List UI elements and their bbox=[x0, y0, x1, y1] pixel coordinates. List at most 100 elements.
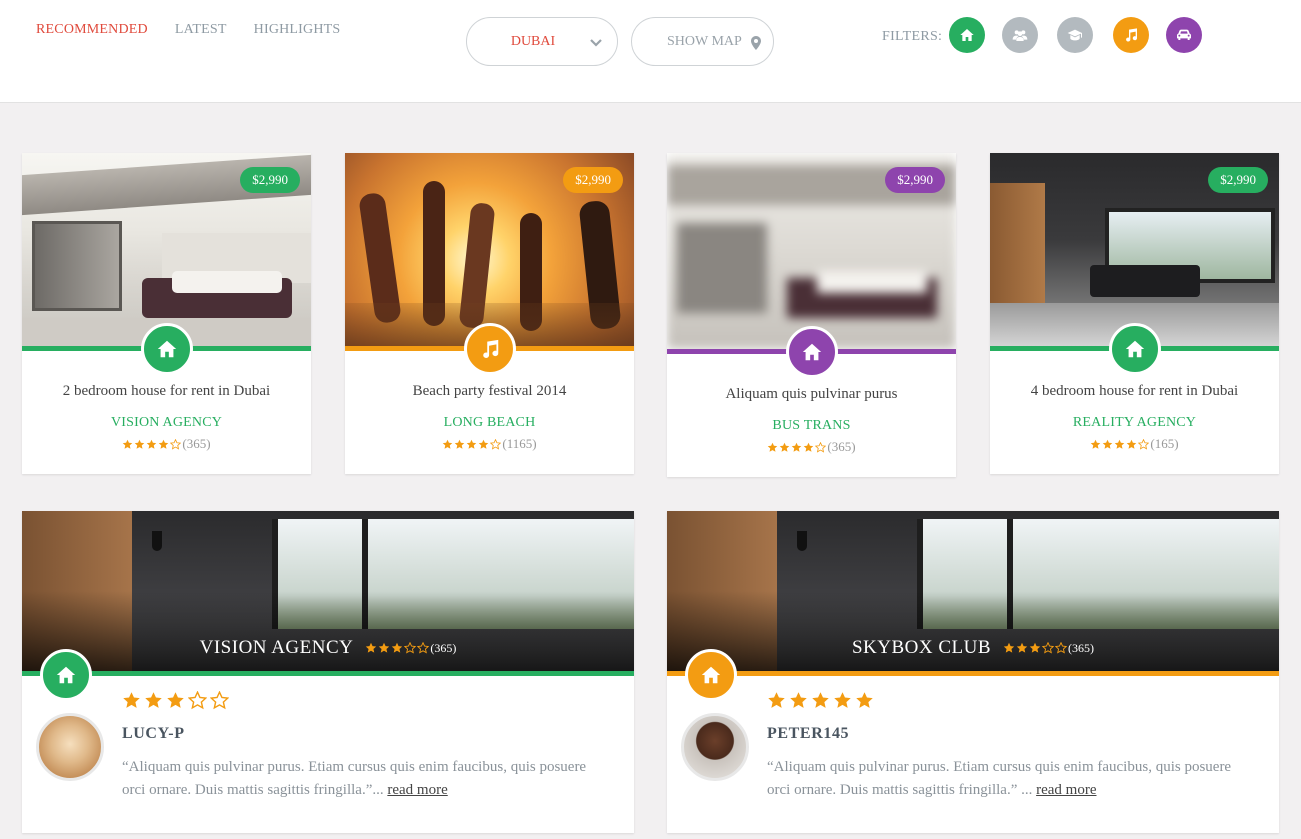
listing-card[interactable]: $2,990 2 bedroom house for rent in Dubai… bbox=[22, 153, 311, 474]
category-badge bbox=[1108, 323, 1161, 375]
star-filled-icon bbox=[122, 439, 133, 450]
user-rating-stars bbox=[767, 691, 877, 710]
price-badge: $2,990 bbox=[885, 167, 945, 193]
review-accent bbox=[667, 671, 1279, 676]
star-filled-icon bbox=[1016, 642, 1028, 654]
star-empty-icon bbox=[1055, 642, 1067, 654]
rating-count: (1165) bbox=[502, 436, 537, 451]
graduation-cap-icon bbox=[1067, 27, 1083, 43]
rating-count: (365) bbox=[182, 436, 211, 451]
filter-home-button[interactable] bbox=[949, 17, 985, 53]
venue-name[interactable]: VISION AGENCY bbox=[200, 637, 354, 659]
star-filled-icon bbox=[1114, 439, 1125, 450]
star-filled-icon bbox=[833, 691, 852, 710]
listing-agency[interactable]: LONG BEACH bbox=[345, 415, 634, 431]
star-empty-icon bbox=[1138, 439, 1149, 450]
review-venue-banner: SKYBOX CLUB (365) bbox=[667, 637, 1279, 659]
star-filled-icon bbox=[803, 442, 814, 453]
avatar[interactable] bbox=[36, 713, 104, 781]
price-badge: $2,990 bbox=[563, 167, 623, 193]
listing-agency[interactable]: VISION AGENCY bbox=[22, 415, 311, 431]
music-icon bbox=[1123, 27, 1139, 43]
category-badge bbox=[785, 326, 838, 378]
listing-title: 4 bedroom house for rent in Dubai bbox=[1030, 383, 1239, 399]
star-filled-icon bbox=[391, 642, 403, 654]
show-map-button[interactable]: SHOW MAP bbox=[631, 17, 774, 66]
star-filled-icon bbox=[466, 439, 477, 450]
price-badge: $2,990 bbox=[1208, 167, 1268, 193]
listing-agency[interactable]: BUS TRANS bbox=[667, 418, 956, 434]
star-filled-icon bbox=[767, 691, 786, 710]
read-more-link[interactable]: read more bbox=[387, 782, 447, 798]
user-rating-stars bbox=[122, 691, 232, 710]
star-filled-icon bbox=[378, 642, 390, 654]
review-quote: “Aliquam quis pulvinar purus. Etiam curs… bbox=[122, 756, 612, 802]
tab-highlights[interactable]: HIGHLIGHTS bbox=[254, 22, 341, 38]
music-icon bbox=[479, 338, 501, 360]
home-icon bbox=[1124, 338, 1146, 360]
star-empty-icon bbox=[404, 642, 416, 654]
star-empty-icon bbox=[1042, 642, 1054, 654]
reviewer-name[interactable]: PETER145 bbox=[767, 725, 849, 743]
map-pin-icon bbox=[751, 36, 761, 50]
car-icon bbox=[1176, 27, 1192, 43]
listing-card[interactable]: $2,990 4 bedroom house for rent in Dubai… bbox=[990, 153, 1279, 474]
review-venue-banner: VISION AGENCY (365) bbox=[22, 637, 634, 659]
city-select-value: DUBAI bbox=[510, 33, 556, 49]
city-select[interactable]: DUBAI bbox=[466, 17, 618, 66]
chevron-down-icon bbox=[590, 39, 602, 47]
review-card[interactable]: SKYBOX CLUB (365) PETER145 “Aliquam quis… bbox=[667, 511, 1279, 833]
tab-bar: RECOMMENDED LATEST HIGHLIGHTS bbox=[36, 22, 367, 38]
review-accent bbox=[22, 671, 634, 676]
star-filled-icon bbox=[1029, 642, 1041, 654]
rating-count: (365) bbox=[827, 439, 856, 454]
star-filled-icon bbox=[767, 442, 778, 453]
home-icon bbox=[959, 27, 975, 43]
filter-education-button[interactable] bbox=[1057, 17, 1093, 53]
listing-rating: (165) bbox=[990, 436, 1279, 452]
star-filled-icon bbox=[122, 691, 141, 710]
category-badge bbox=[685, 649, 737, 701]
reviewer-name[interactable]: LUCY-P bbox=[122, 725, 185, 743]
rating-count: (165) bbox=[1150, 436, 1179, 451]
star-filled-icon bbox=[454, 439, 465, 450]
star-filled-icon bbox=[158, 439, 169, 450]
category-badge bbox=[40, 649, 92, 701]
rating-stars bbox=[767, 442, 827, 453]
star-empty-icon bbox=[188, 691, 207, 710]
star-filled-icon bbox=[134, 439, 145, 450]
review-text: “Aliquam quis pulvinar purus. Etiam curs… bbox=[767, 759, 1232, 798]
review-quote: “Aliquam quis pulvinar purus. Etiam curs… bbox=[767, 756, 1257, 802]
star-empty-icon bbox=[815, 442, 826, 453]
venue-rating-count: (365) bbox=[1068, 640, 1095, 655]
home-icon bbox=[156, 338, 178, 360]
listing-agency[interactable]: REALITY AGENCY bbox=[990, 415, 1279, 431]
listing-title: 2 bedroom house for rent in Dubai bbox=[62, 383, 271, 399]
filter-group-button[interactable] bbox=[1002, 17, 1038, 53]
star-filled-icon bbox=[811, 691, 830, 710]
star-filled-icon bbox=[478, 439, 489, 450]
star-empty-icon bbox=[210, 691, 229, 710]
category-badge bbox=[463, 323, 516, 375]
tab-recommended[interactable]: RECOMMENDED bbox=[36, 22, 148, 38]
listing-card[interactable]: $2,990 Beach party festival 2014 LONG BE… bbox=[345, 153, 634, 474]
star-filled-icon bbox=[1126, 439, 1137, 450]
tab-latest[interactable]: LATEST bbox=[175, 22, 227, 38]
venue-rating-stars bbox=[1003, 642, 1068, 654]
listing-card[interactable]: $2,990 Aliquam quis pulvinar purus BUS T… bbox=[667, 153, 956, 477]
read-more-link[interactable]: read more bbox=[1036, 782, 1096, 798]
review-text: “Aliquam quis pulvinar purus. Etiam curs… bbox=[122, 759, 587, 798]
star-filled-icon bbox=[144, 691, 163, 710]
home-icon bbox=[55, 664, 77, 686]
rating-stars bbox=[442, 439, 502, 450]
star-filled-icon bbox=[791, 442, 802, 453]
review-card[interactable]: VISION AGENCY (365) LUCY-P “Aliquam quis… bbox=[22, 511, 634, 833]
star-filled-icon bbox=[789, 691, 808, 710]
venue-name[interactable]: SKYBOX CLUB bbox=[852, 637, 991, 659]
filter-car-button[interactable] bbox=[1166, 17, 1202, 53]
filter-music-button[interactable] bbox=[1113, 17, 1149, 53]
star-filled-icon bbox=[1003, 642, 1015, 654]
star-filled-icon bbox=[779, 442, 790, 453]
avatar[interactable] bbox=[681, 713, 749, 781]
group-icon bbox=[1012, 27, 1028, 43]
